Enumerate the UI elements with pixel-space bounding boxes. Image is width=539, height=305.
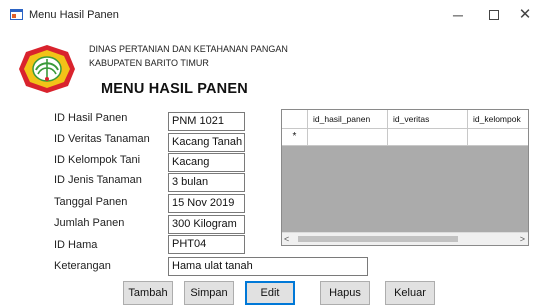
scroll-right-icon[interactable]: > [520, 233, 525, 245]
new-row-marker: * [292, 131, 297, 142]
id-hasil-panen-label: ID Hasil Panen [54, 112, 128, 124]
agency-line-2: KABUPATEN BARITO TIMUR [89, 58, 209, 68]
scrollbar-thumb[interactable] [298, 236, 458, 242]
grid-new-row[interactable]: * [282, 129, 528, 146]
grid-column-header[interactable]: id_hasil_panen [307, 110, 387, 129]
agency-name: DINAS PERTANIAN DAN KETAHANAN PANGAN KAB… [89, 42, 288, 70]
keluar-button[interactable]: Keluar [385, 281, 435, 305]
simpan-button[interactable]: Simpan [184, 281, 234, 305]
agency-line-1: DINAS PERTANIAN DAN KETAHANAN PANGAN [89, 44, 288, 54]
maximize-button[interactable] [483, 6, 505, 24]
title-bar: Menu Hasil Panen ─ ✕ [0, 0, 539, 30]
app-icon [10, 9, 23, 20]
edit-button[interactable]: Edit [245, 281, 295, 305]
jumlah-panen-label: Jumlah Panen [54, 217, 125, 229]
grid-cell[interactable] [387, 129, 467, 146]
maximize-icon [489, 10, 499, 20]
close-button[interactable]: ✕ [514, 6, 536, 24]
jumlah-panen-field[interactable]: 300 Kilogram [168, 215, 245, 234]
id-hama-field[interactable]: PHT04 [168, 235, 245, 254]
id-veritas-tanaman-label: ID Veritas Tanaman [54, 133, 150, 145]
id-jenis-tanaman-field[interactable]: 3 bulan [168, 173, 245, 192]
tanggal-panen-label: Tanggal Panen [54, 196, 128, 208]
id-kelompok-tani-field[interactable]: Kacang [168, 153, 245, 172]
grid-header: id_hasil_panen id_veritas id_kelompok [282, 110, 528, 129]
emblem-icon [19, 45, 75, 93]
scroll-left-icon[interactable]: < [284, 233, 289, 245]
id-kelompok-tani-label: ID Kelompok Tani [54, 154, 141, 166]
id-veritas-tanaman-field[interactable]: Kacang Tanah [168, 133, 245, 152]
keterangan-label: Keterangan [54, 260, 111, 272]
tanggal-panen-field[interactable]: 15 Nov 2019 [168, 194, 245, 213]
grid-column-header[interactable]: id_kelompok [467, 110, 528, 129]
minimize-button[interactable]: ─ [447, 6, 469, 24]
hapus-button[interactable]: Hapus [320, 281, 370, 305]
id-hama-label: ID Hama [54, 239, 98, 251]
page-title: MENU HASIL PANEN [101, 81, 248, 97]
horizontal-scrollbar[interactable]: < > [282, 232, 528, 245]
keterangan-field[interactable]: Hama ulat tanah [168, 257, 368, 276]
id-jenis-tanaman-label: ID Jenis Tanaman [54, 174, 142, 186]
grid-cell[interactable] [467, 129, 528, 146]
id-hasil-panen-field[interactable]: PNM 1021 [168, 112, 245, 131]
tambah-button[interactable]: Tambah [123, 281, 173, 305]
grid-cell[interactable] [307, 129, 387, 146]
window-title: Menu Hasil Panen [29, 9, 119, 21]
data-grid[interactable]: id_hasil_panen id_veritas id_kelompok * … [281, 109, 529, 246]
grid-column-header[interactable]: id_veritas [387, 110, 467, 129]
